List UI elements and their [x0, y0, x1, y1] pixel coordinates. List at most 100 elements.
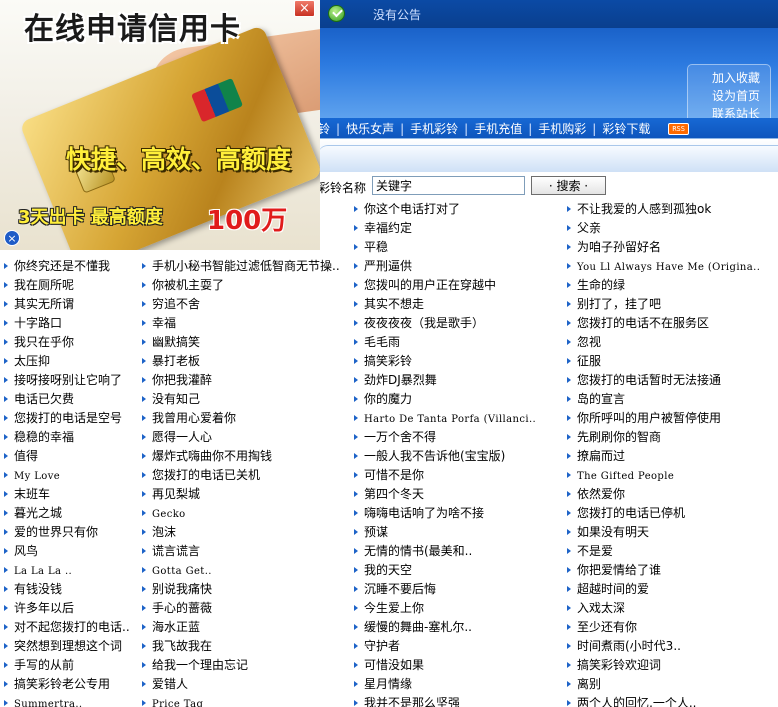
nav-item-mobile-ringtone[interactable]: 手机彩铃: [410, 120, 458, 137]
song-list-item[interactable]: 别打了，挂了吧: [567, 295, 775, 314]
song-list-item[interactable]: 风鸟: [4, 542, 138, 561]
search-input[interactable]: [372, 176, 525, 195]
song-list-item[interactable]: 其实无所谓: [4, 295, 138, 314]
song-list-item[interactable]: 可惜不是你: [354, 466, 564, 485]
song-list-item[interactable]: 一般人我不告诉他(宝宝版): [354, 447, 564, 466]
song-list-item[interactable]: 星月情缘: [354, 675, 564, 694]
song-list-item[interactable]: 穷追不舍: [142, 295, 350, 314]
song-list-item[interactable]: 岛的宣言: [567, 390, 775, 409]
song-list-item[interactable]: La La La ..: [4, 561, 138, 580]
song-list-item[interactable]: 幸福约定: [354, 219, 564, 238]
song-list-item[interactable]: 其实不想走: [354, 295, 564, 314]
song-list-item[interactable]: 您拨打的电话已停机: [567, 504, 775, 523]
song-list-item[interactable]: 您拨打的电话已关机: [142, 466, 350, 485]
song-list-item[interactable]: 值得: [4, 447, 138, 466]
nav-item-happy-girls[interactable]: 快乐女声: [346, 120, 394, 137]
song-list-item[interactable]: 对不起您拨打的电话..: [4, 618, 138, 637]
song-list-item[interactable]: 父亲: [567, 219, 775, 238]
song-list-item[interactable]: 一万个舍不得: [354, 428, 564, 447]
song-list-item[interactable]: 严刑逼供: [354, 257, 564, 276]
song-list-item[interactable]: 再见梨城: [142, 485, 350, 504]
song-list-item[interactable]: 沉睡不要后悔: [354, 580, 564, 599]
song-list-item[interactable]: 可惜没如果: [354, 656, 564, 675]
song-list-item[interactable]: 劲炸DJ暴烈舞: [354, 371, 564, 390]
song-list-item[interactable]: 无情的情书(最美和..: [354, 542, 564, 561]
song-list-item[interactable]: 我并不是那么坚强: [354, 694, 564, 707]
song-list-item[interactable]: 两个人的回忆,一个人..: [567, 694, 775, 707]
song-list-item[interactable]: 爆炸式嗨曲你不用掏钱: [142, 447, 350, 466]
song-list-item[interactable]: 海水正蓝: [142, 618, 350, 637]
nav-item-mobile-lottery[interactable]: 手机购彩: [538, 120, 586, 137]
song-list-item[interactable]: 谎言谎言: [142, 542, 350, 561]
credit-card-ad[interactable]: 在线申请信用卡 快捷、高效、高额度 3天出卡 最高额度 100万: [0, 0, 320, 250]
song-list-item[interactable]: 末班车: [4, 485, 138, 504]
search-button[interactable]: · 搜索 ·: [531, 176, 606, 195]
song-list-item[interactable]: You Ll Always Have Me (Origina..: [567, 257, 775, 276]
song-list-item[interactable]: 您拨打的电话是空号: [4, 409, 138, 428]
rss-icon[interactable]: RSS: [668, 122, 689, 135]
song-list-item[interactable]: 你所呼叫的用户被暂停使用: [567, 409, 775, 428]
song-list-item[interactable]: 离别: [567, 675, 775, 694]
song-list-item[interactable]: 我飞故我在: [142, 637, 350, 656]
song-list-item[interactable]: 突然想到理想这个词: [4, 637, 138, 656]
song-list-item[interactable]: Gecko: [142, 504, 350, 523]
song-list-item[interactable]: 忽视: [567, 333, 775, 352]
song-list-item[interactable]: Harto De Tanta Porfa (Villanci..: [354, 409, 564, 428]
song-list-item[interactable]: 不是爱: [567, 542, 775, 561]
song-list-item[interactable]: 我只在乎你: [4, 333, 138, 352]
song-list-item[interactable]: 守护者: [354, 637, 564, 656]
song-list-item[interactable]: 至少还有你: [567, 618, 775, 637]
song-list-item[interactable]: 预谋: [354, 523, 564, 542]
song-list-item[interactable]: My Love: [4, 466, 138, 485]
song-list-item[interactable]: Gotta Get..: [142, 561, 350, 580]
song-list-item[interactable]: 您拨打的电话暂时无法接通: [567, 371, 775, 390]
song-list-item[interactable]: 你把爱情给了谁: [567, 561, 775, 580]
song-list-item[interactable]: Summertra..: [4, 694, 138, 707]
song-list-item[interactable]: 十字路口: [4, 314, 138, 333]
song-list-item[interactable]: 你这个电话打对了: [354, 200, 564, 219]
song-list-item[interactable]: 你被机主耍了: [142, 276, 350, 295]
song-list-item[interactable]: 搞笑彩铃老公专用: [4, 675, 138, 694]
song-list-item[interactable]: 你把我灌醉: [142, 371, 350, 390]
song-list-item[interactable]: Price Tag: [142, 694, 350, 707]
song-list-item[interactable]: 电话已欠费: [4, 390, 138, 409]
song-list-item[interactable]: 平稳: [354, 238, 564, 257]
song-list-item[interactable]: 你的魔力: [354, 390, 564, 409]
song-list-item[interactable]: 手写的从前: [4, 656, 138, 675]
song-list-item[interactable]: 依然爱你: [567, 485, 775, 504]
song-list-item[interactable]: 幸福: [142, 314, 350, 333]
song-list-item[interactable]: The Gifted People: [567, 466, 775, 485]
song-list-item[interactable]: 生命的绿: [567, 276, 775, 295]
song-list-item[interactable]: 第四个冬天: [354, 485, 564, 504]
song-list-item[interactable]: 毛毛雨: [354, 333, 564, 352]
song-list-item[interactable]: 暮光之城: [4, 504, 138, 523]
dismiss-ad-icon[interactable]: ×: [4, 230, 20, 246]
song-list-item[interactable]: 暴打老板: [142, 352, 350, 371]
song-list-item[interactable]: 今生爱上你: [354, 599, 564, 618]
song-list-item[interactable]: 超越时间的爱: [567, 580, 775, 599]
song-list-item[interactable]: 我在厕所呢: [4, 276, 138, 295]
song-list-item[interactable]: 幽默搞笑: [142, 333, 350, 352]
song-list-item[interactable]: 嗨嗨电话响了为啥不接: [354, 504, 564, 523]
song-list-item[interactable]: 有钱没钱: [4, 580, 138, 599]
nav-item-mobile-recharge[interactable]: 手机充值: [474, 120, 522, 137]
song-list-item[interactable]: 泡沫: [142, 523, 350, 542]
song-list-item[interactable]: 为咱子孙留好名: [567, 238, 775, 257]
song-list-item[interactable]: 稳稳的幸福: [4, 428, 138, 447]
song-list-item[interactable]: 缓慢的舞曲-塞札尔..: [354, 618, 564, 637]
nav-item-ringtone-download[interactable]: 彩铃下载: [602, 120, 650, 137]
song-list-item[interactable]: 入戏太深: [567, 599, 775, 618]
song-list-item[interactable]: 太压抑: [4, 352, 138, 371]
song-list-item[interactable]: 爱的世界只有你: [4, 523, 138, 542]
song-list-item[interactable]: 给我一个理由忘记: [142, 656, 350, 675]
song-list-item[interactable]: 征服: [567, 352, 775, 371]
song-list-item[interactable]: 您拨打的电话不在服务区: [567, 314, 775, 333]
song-list-item[interactable]: 许多年以后: [4, 599, 138, 618]
song-list-item[interactable]: 如果没有明天: [567, 523, 775, 542]
close-icon[interactable]: ×: [294, 0, 315, 17]
song-list-item[interactable]: 我曾用心爱着你: [142, 409, 350, 428]
song-list-item[interactable]: 先刷刷你的智商: [567, 428, 775, 447]
song-list-item[interactable]: 手机小秘书智能过滤低智商无节操..: [142, 257, 350, 276]
song-list-item[interactable]: 搞笑彩铃: [354, 352, 564, 371]
song-list-item[interactable]: 撩扁而过: [567, 447, 775, 466]
